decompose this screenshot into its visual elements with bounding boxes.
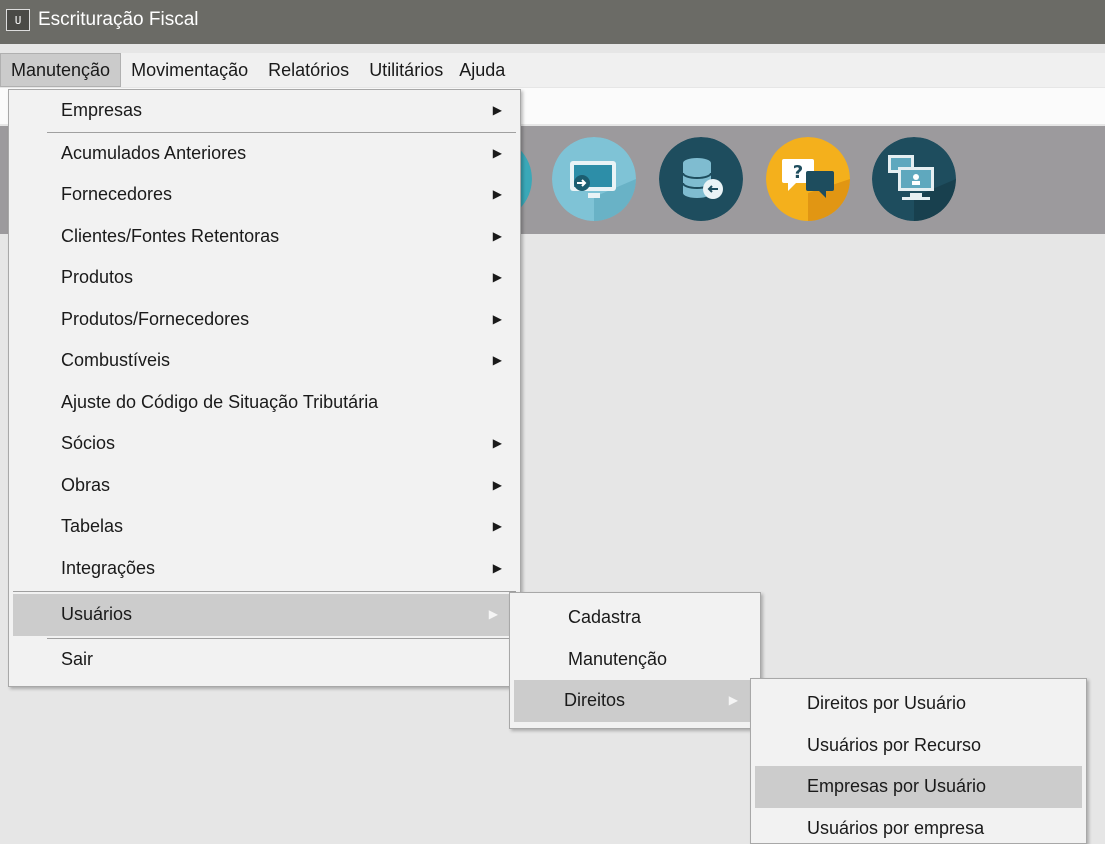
menu-item-usuarios-por-recurso[interactable]: Usuários por Recurso [751, 725, 1086, 767]
menu-relatorios[interactable]: Relatórios [258, 53, 359, 87]
title-bar: U Escrituração Fiscal [0, 0, 1105, 44]
submenu-arrow-icon: ▶ [493, 340, 502, 382]
menu-direitos-dropdown: Direitos por Usuário Usuários por Recurs… [750, 678, 1087, 844]
menu-item-label: Empresas [61, 100, 142, 120]
menu-utilitarios[interactable]: Utilitários [359, 53, 449, 87]
menu-item-fornecedores[interactable]: Fornecedores ▶ [9, 174, 520, 216]
submenu-arrow-icon: ▶ [493, 506, 502, 548]
help-chat-icon[interactable]: ? [766, 137, 850, 221]
menu-item-label: Clientes/Fontes Retentoras [61, 226, 279, 246]
menu-item-label: Combustíveis [61, 350, 170, 370]
menu-item-label: Usuários por empresa [807, 818, 984, 838]
menu-item-clientes-fontes-retentoras[interactable]: Clientes/Fontes Retentoras ▶ [9, 216, 520, 258]
menu-item-label: Direitos por Usuário [807, 693, 966, 713]
menu-item-tabelas[interactable]: Tabelas ▶ [9, 506, 520, 548]
app-icon: U [6, 9, 30, 31]
menu-item-label: Produtos/Fornecedores [61, 309, 249, 329]
menu-manutencao[interactable]: Manutenção [0, 53, 121, 87]
menu-item-label: Direitos [564, 690, 625, 710]
menu-item-acumulados-anteriores[interactable]: Acumulados Anteriores ▶ [9, 133, 520, 175]
menu-item-socios[interactable]: Sócios ▶ [9, 423, 520, 465]
menu-item-label: Acumulados Anteriores [61, 143, 246, 163]
svg-text:?: ? [793, 162, 803, 183]
network-computers-icon[interactable] [872, 137, 956, 221]
menu-item-ajuste-cst[interactable]: Ajuste do Código de Situação Tributária [9, 382, 520, 424]
menu-manutencao-dropdown: Empresas ▶ Acumulados Anteriores ▶ Fornece… [8, 89, 521, 687]
submenu-arrow-icon: ▶ [493, 133, 502, 175]
menu-usuarios-dropdown: Cadastra Manutenção Direitos ▶ [509, 592, 761, 729]
window-title: Escrituração Fiscal [38, 9, 199, 31]
menu-ajuda[interactable]: Ajuda [449, 53, 515, 87]
menu-separator [13, 591, 516, 592]
menu-item-integracoes[interactable]: Integrações ▶ [9, 548, 520, 590]
menu-item-label: Fornecedores [61, 184, 172, 204]
menu-item-combustiveis[interactable]: Combustíveis ▶ [9, 340, 520, 382]
menu-item-label: Manutenção [568, 649, 667, 669]
submenu-arrow-icon: ▶ [493, 299, 502, 341]
menu-item-sair[interactable]: Sair [9, 639, 520, 681]
menu-movimentacao[interactable]: Movimentação [121, 53, 258, 87]
menu-bar: Manutenção Movimentação Relatórios Utili… [0, 53, 1105, 87]
menu-item-label: Usuários [61, 604, 132, 624]
menu-item-label: Tabelas [61, 516, 123, 536]
menu-item-label: Usuários por Recurso [807, 735, 981, 755]
menu-item-usuarios[interactable]: Usuários ▶ [13, 594, 516, 636]
submenu-arrow-icon: ▶ [493, 90, 502, 132]
menu-item-label: Integrações [61, 558, 155, 578]
submenu-arrow-icon: ▶ [493, 174, 502, 216]
menu-item-label: Cadastra [568, 607, 641, 627]
menu-item-label: Ajuste do Código de Situação Tributária [61, 392, 378, 412]
menu-item-direitos-por-usuario[interactable]: Direitos por Usuário [751, 683, 1086, 725]
menu-item-empresas[interactable]: Empresas ▶ [9, 90, 520, 132]
submenu-arrow-icon: ▶ [493, 257, 502, 299]
submenu-arrow-icon: ▶ [489, 594, 498, 636]
menu-item-cadastra[interactable]: Cadastra [510, 597, 760, 639]
menu-item-direitos[interactable]: Direitos ▶ [514, 680, 756, 722]
database-arrow-icon[interactable] [659, 137, 743, 221]
menu-item-label: Obras [61, 475, 110, 495]
submenu-arrow-icon: ▶ [493, 423, 502, 465]
menu-item-usuarios-por-empresa[interactable]: Usuários por empresa [751, 808, 1086, 844]
submenu-arrow-icon: ▶ [493, 216, 502, 258]
menu-item-label: Empresas por Usuário [807, 776, 986, 796]
menu-item-label: Sair [61, 649, 93, 669]
submenu-arrow-icon: ▶ [493, 465, 502, 507]
menu-item-produtos[interactable]: Produtos ▶ [9, 257, 520, 299]
submenu-arrow-icon: ▶ [493, 548, 502, 590]
menu-item-label: Sócios [61, 433, 115, 453]
menu-item-manutencao[interactable]: Manutenção [510, 639, 760, 681]
menu-item-empresas-por-usuario[interactable]: Empresas por Usuário [755, 766, 1082, 808]
menu-item-produtos-fornecedores[interactable]: Produtos/Fornecedores ▶ [9, 299, 520, 341]
menu-item-obras[interactable]: Obras ▶ [9, 465, 520, 507]
submenu-arrow-icon: ▶ [729, 680, 738, 722]
monitor-arrow-icon[interactable] [552, 137, 636, 221]
menu-item-label: Produtos [61, 267, 133, 287]
